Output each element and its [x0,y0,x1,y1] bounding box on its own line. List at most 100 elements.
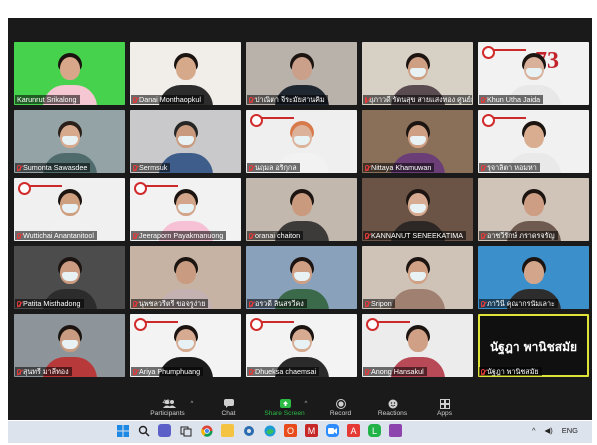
participant-name-label: Khun Utha Jaida [479,95,544,104]
participant-video-tile[interactable]: รุจาลิตา หอมหา [478,110,589,173]
office-icon[interactable]: O [284,424,297,437]
mic-muted-icon [17,164,21,171]
mic-muted-icon [365,368,369,375]
participant-name-label: นุพชลวรีตรี ขอจรูง่าย [131,299,209,308]
participant-name: Ariya Phumphuang [139,367,201,376]
app-icon[interactable] [389,424,402,437]
file-explorer-icon[interactable] [221,424,234,437]
participant-video-tile[interactable]: สุนทรี มาลีทอง [14,314,125,377]
participant-video-tile[interactable]: นฤมล อริกุกล [246,110,357,173]
university-logo-icon [134,182,147,195]
participants-button[interactable]: 48 ^ Participants [133,399,203,421]
participant-video-tile[interactable]: Jeeraporn Payakmanuong [130,178,241,241]
mic-muted-icon [481,368,485,375]
participant-video-tile[interactable]: Nittaya Khamuwan [362,110,473,173]
participant-name: นัฐฎา พานิชสมัย [487,367,539,376]
participant-name: Sermsuk [139,163,168,172]
mic-muted-icon [133,232,137,239]
participant-name: สุนทรี มาลีทอง [23,367,69,376]
search-icon[interactable] [137,424,150,437]
participant-video-tile[interactable]: Anong Hansakul [362,314,473,377]
participant-video-tile[interactable]: Sumonta Sawasdee [14,110,125,173]
task-view-icon[interactable] [179,424,192,437]
participant-name-label: Nittaya Khamuwan [363,163,435,172]
windows-start-icon[interactable] [116,424,129,437]
edge-icon[interactable] [263,424,276,437]
participant-video-tile[interactable]: Danai Monthaopkul [130,42,241,105]
reactions-button[interactable]: Reactions [367,399,419,421]
participant-name-label: นฤมล อริกุกล [247,163,300,172]
participant-name-label: สุนทรี มาลีทอง [15,367,72,376]
mic-muted-icon [249,164,253,171]
participant-name: อาชวีรักษ์ ภราดรจรัญ [487,231,555,240]
chat-icon[interactable] [158,424,171,437]
mic-muted-icon [481,164,485,171]
participant-name: Wuttichai Anantanitool [23,231,94,240]
participant-name: ปาณิตา จีระมัยสานคิม [255,95,325,104]
participant-video-tile[interactable]: 73 Khun Utha Jaida [478,42,589,105]
participant-name-label: นัฐฎา พานิชสมัย [479,367,542,376]
share-screen-button[interactable]: Share Screen ^ [255,399,315,421]
apps-icon [439,399,450,409]
mic-muted-icon [365,96,367,103]
participant-video-tile[interactable]: ภาวินี คุณากรนัมเลาะ [478,246,589,309]
apps-button[interactable]: Apps [419,399,471,421]
university-logo-icon [482,114,495,127]
chrome-icon[interactable] [200,424,213,437]
participant-count: 48 [162,399,170,406]
acrobat-icon[interactable]: A [347,424,360,437]
mic-muted-icon [249,300,253,307]
participant-video-tile[interactable]: ปาณิตา จีระมัยสานคิม [246,42,357,105]
participant-name-label: ยุภาวดี รัตนสุข สายแสงทอง ศูนย์การศึกษา.… [363,95,472,104]
meeting-toolbar: 48 ^ Participants Chat Share Screen ^ Re… [14,399,589,419]
participant-name-label: Wuttichai Anantanitool [15,231,97,240]
participant-name-label: Jeeraporn Payakmanuong [131,231,227,240]
participant-video-tile[interactable]: Ariya Phumphuang [130,314,241,377]
chat-button[interactable]: Chat [203,399,255,421]
participant-video-tile[interactable]: Karunrut Srikalong [14,42,125,105]
participant-name-label: อาชวีรักษ์ ภราดรจรัญ [479,231,558,240]
mic-muted-icon [365,300,369,307]
participant-name: ยุภาวดี รัตนสุข สายแสงทอง ศูนย์การศึกษา.… [369,95,472,104]
participant-video-tile[interactable]: oranai chaiton [246,178,357,241]
chevron-up-icon[interactable]: ^ [305,401,308,407]
participant-video-tile[interactable]: อรวดี ลินสรวีคง [246,246,357,309]
virtual-background-banner [262,117,294,119]
mail-icon[interactable]: M [305,424,318,437]
participant-name: Dhueksa chaemsai [255,367,317,376]
line-icon[interactable]: L [368,424,381,437]
participant-video-tile[interactable]: ยุภาวดี รัตนสุข สายแสงทอง ศูนย์การศึกษา.… [362,42,473,105]
participant-name: นุพชลวรีตรี ขอจรูง่าย [139,299,206,308]
apps-label: Apps [436,410,453,417]
participant-video-tile[interactable]: Sripon [362,246,473,309]
record-button[interactable]: Record [315,399,367,421]
mic-muted-icon [365,164,369,171]
record-label: Record [329,410,352,417]
volume-icon[interactable]: ◀) [544,426,552,435]
participant-name: Patita Misthadong [23,299,81,308]
participant-video-tile[interactable]: KANNANUT SENEEKATIMA [362,178,473,241]
participant-name-label: อรวดี ลินสรวีคง [247,299,307,308]
participant-video-tile[interactable]: นุพชลวรีตรี ขอจรูง่าย [130,246,241,309]
participant-name-label: Ariya Phumphuang [131,367,204,376]
chevron-up-icon[interactable]: ^ [532,426,536,435]
university-logo-icon [18,182,31,195]
participant-video-tile[interactable]: Wuttichai Anantanitool [14,178,125,241]
participant-name: Karunrut Srikalong [17,95,77,104]
participant-name-label: Danai Monthaopkul [131,95,204,104]
participant-name-label: Sermsuk [131,163,171,172]
virtual-background-banner [494,117,526,119]
participant-video-tile[interactable]: อาชวีรักษ์ ภราดรจรัญ [478,178,589,241]
mic-muted-icon [249,96,253,103]
language-indicator[interactable]: ENG [562,426,578,435]
virtual-background-banner [30,185,62,187]
share-screen-label: Share Screen [264,410,305,417]
participant-video-tile[interactable]: Patita Misthadong [14,246,125,309]
participant-video-tile[interactable]: Dhueksa chaemsai [246,314,357,377]
chevron-up-icon[interactable]: ^ [191,401,194,407]
participant-video-tile[interactable]: นัฐฎา พานิชสมัย นัฐฎา พานิชสมัย [478,314,589,377]
participant-video-tile[interactable]: Sermsuk [130,110,241,173]
settings-icon[interactable] [242,424,255,437]
zoom-icon[interactable] [326,424,339,437]
participant-name-label: Sumonta Sawasdee [15,163,91,172]
